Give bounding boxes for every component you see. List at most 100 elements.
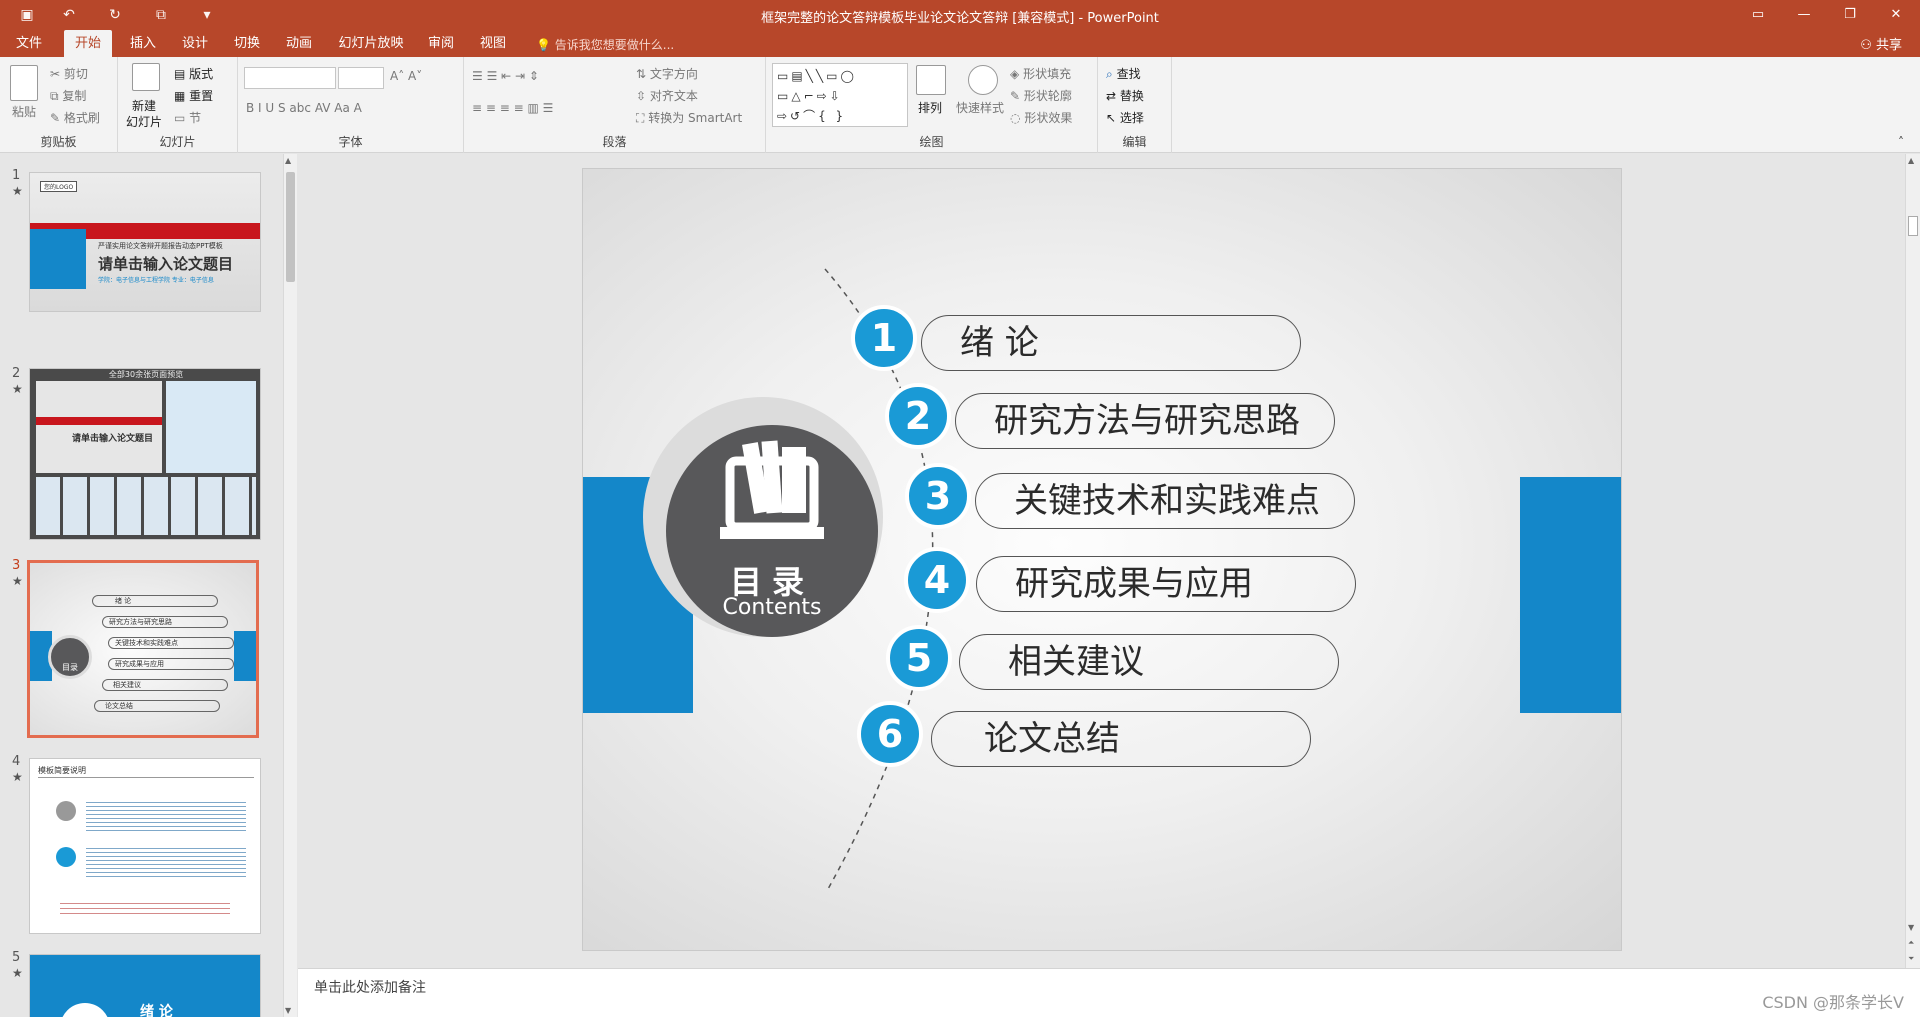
font-format-buttons[interactable]: B I U S abc AV Aa A xyxy=(246,101,362,115)
tab-design[interactable]: 设计 xyxy=(172,30,218,57)
replace-button[interactable]: ⇄ 替换 xyxy=(1106,87,1144,104)
smartart-button[interactable]: ⛶ 转换为 SmartArt xyxy=(636,109,742,126)
collapse-ribbon-icon[interactable]: ˄ xyxy=(1898,135,1904,149)
copy-label: 复制 xyxy=(62,89,87,103)
tab-home[interactable]: 开始 xyxy=(64,30,112,57)
restore-icon[interactable]: ❐ xyxy=(1832,4,1868,26)
slide-editing-area: 目录 Contents 绪 论 1 研究方法与研究思路 2 关键技术和实践难点 … xyxy=(298,154,1905,968)
arrange-button[interactable]: 排列 xyxy=(918,99,942,116)
toc-number-6: 6 xyxy=(857,701,923,767)
bullets-icon[interactable]: ☰ ☰ ⇤ ⇥ ⇕ xyxy=(472,69,539,83)
shape-effects-button[interactable]: ◌ 形状效果 xyxy=(1010,109,1072,126)
shapes-row-1: ▭▤╲╲▭◯ xyxy=(777,69,857,83)
ribbon: 粘贴 ✂ 剪切 ⧉ 复制 ✎ 格式刷 剪贴板 新建 幻灯片 ▤ 版式 ▦ 重置 … xyxy=(0,57,1920,153)
slide-thumbnail-2[interactable]: 全部30余张页面预览 请单击输入论文题目 xyxy=(29,368,261,540)
toc-item-1[interactable]: 绪 论 xyxy=(921,315,1301,371)
minimize-icon[interactable]: — xyxy=(1786,4,1822,26)
tab-slideshow[interactable]: 幻灯片放映 xyxy=(332,30,410,57)
text-direction-button[interactable]: ⇅ 文字方向 xyxy=(636,65,698,82)
effects-icon: ◌ xyxy=(1010,111,1021,125)
reset-button[interactable]: ▦ 重置 xyxy=(174,87,213,104)
scroll-up-icon[interactable]: ▲ xyxy=(1908,156,1914,165)
tab-animations[interactable]: 动画 xyxy=(276,30,322,57)
section-button[interactable]: ▭ 节 xyxy=(174,109,201,126)
find-label: 查找 xyxy=(1116,67,1141,81)
paste-button[interactable]: 粘贴 xyxy=(12,103,36,120)
scroll-up-icon[interactable]: ▲ xyxy=(285,156,291,165)
tab-file[interactable]: 文件 xyxy=(6,30,52,57)
find-button[interactable]: ⌕ 查找 xyxy=(1106,65,1141,82)
animation-star-icon: ★ xyxy=(12,770,23,784)
new-slide-button[interactable]: 新建 xyxy=(132,97,156,114)
paste-icon[interactable] xyxy=(10,65,38,101)
select-button[interactable]: ↖ 选择 xyxy=(1106,109,1144,126)
animation-star-icon: ★ xyxy=(12,574,23,588)
drawing-group: ▭▤╲╲▭◯ ▭△⌐⇨⇩ ⇨↺⌒{ } 排列 快速样式 ◈ 形状填充 ✎ 形状轮… xyxy=(766,57,1098,153)
toc-item-6[interactable]: 论文总结 xyxy=(931,711,1311,767)
font-size-box[interactable] xyxy=(338,67,384,89)
quick-styles-button[interactable]: 快速样式 xyxy=(956,99,1004,116)
tab-review[interactable]: 审阅 xyxy=(418,30,464,57)
shape-fill-button[interactable]: ◈ 形状填充 xyxy=(1010,65,1071,82)
scroll-down-icon[interactable]: ▼ xyxy=(1908,923,1914,932)
scroll-thumb[interactable] xyxy=(1908,216,1918,236)
shape-fill-label: 形状填充 xyxy=(1023,67,1072,81)
align-text-label: 对齐文本 xyxy=(649,89,698,103)
tell-me-box[interactable]: 💡 告诉我您想要做什么... xyxy=(536,36,674,53)
tab-view[interactable]: 视图 xyxy=(470,30,516,57)
slide-thumbnail-5[interactable]: 绪 论 xyxy=(29,954,261,1017)
paragraph-label: 段落 xyxy=(602,135,627,149)
next-slide-icon[interactable]: ⏷ xyxy=(1908,954,1914,964)
scroll-down-icon[interactable]: ▼ xyxy=(285,1006,291,1015)
thumb3-item: 研究方法与研究思路 xyxy=(102,616,228,628)
new-slide-icon[interactable] xyxy=(132,63,160,91)
thumb1-subtitle: 严谨实用论文答辩开题报告动态PPT模板 xyxy=(98,242,223,250)
thumb4-icon-2 xyxy=(56,847,76,867)
previous-slide-icon[interactable]: ⏶ xyxy=(1908,938,1914,948)
thumb4-text-1 xyxy=(86,799,246,833)
editing-label: 编辑 xyxy=(1122,135,1147,149)
toc-item-2[interactable]: 研究方法与研究思路 xyxy=(955,393,1335,449)
clipboard-label: 剪贴板 xyxy=(40,135,77,149)
slide-thumbnail-1[interactable]: 您的LOGO 严谨实用论文答辩开题报告动态PPT模板 请单击输入论文题目 学院：… xyxy=(29,172,261,312)
slide-canvas[interactable]: 目录 Contents 绪 论 1 研究方法与研究思路 2 关键技术和实践难点 … xyxy=(582,168,1622,951)
shapes-gallery[interactable]: ▭▤╲╲▭◯ ▭△⌐⇨⇩ ⇨↺⌒{ } xyxy=(772,63,908,127)
ribbon-tabs: 文件 开始 插入 设计 切换 动画 幻灯片放映 审阅 视图 💡 告诉我您想要做什… xyxy=(0,30,1920,57)
format-painter-button[interactable]: ✎ 格式刷 xyxy=(50,109,100,126)
layout-button[interactable]: ▤ 版式 xyxy=(174,65,213,82)
contents-circle: 目录 Contents xyxy=(666,425,878,637)
slide-thumbnail-4[interactable]: 模板简要说明 xyxy=(29,758,261,934)
quick-styles-icon[interactable] xyxy=(968,65,998,95)
copy-button[interactable]: ⧉ 复制 xyxy=(50,87,86,104)
tab-transitions[interactable]: 切换 xyxy=(224,30,270,57)
thumb2-red-band xyxy=(36,417,162,425)
align-text-button[interactable]: ⇳ 对齐文本 xyxy=(636,87,698,104)
align-text-icon: ⇳ xyxy=(636,89,647,103)
slide-scrollbar[interactable]: ▲ ▼ ⏶ ⏷ xyxy=(1905,154,1920,968)
close-icon[interactable]: ✕ xyxy=(1878,4,1914,26)
notes-placeholder[interactable]: 单击此处添加备注 xyxy=(314,977,426,997)
arrange-icon[interactable] xyxy=(916,65,946,95)
toc-item-5[interactable]: 相关建议 xyxy=(959,634,1339,690)
notes-pane[interactable]: 单击此处添加备注 CSDN @那条学长V xyxy=(298,968,1920,1017)
font-name-box[interactable] xyxy=(244,67,336,89)
smartart-icon: ⛶ xyxy=(636,111,645,125)
align-icons[interactable]: ≡ ≡ ≡ ≡ ▥ ☰ xyxy=(472,101,553,115)
tell-me-text: 告诉我您想要做什么... xyxy=(554,38,675,52)
tab-insert[interactable]: 插入 xyxy=(120,30,166,57)
toc-number-5: 5 xyxy=(886,625,952,691)
shape-outline-button[interactable]: ✎ 形状轮廓 xyxy=(1010,87,1072,104)
thumb3-right-band xyxy=(234,631,256,681)
cursor-icon: ↖ xyxy=(1106,111,1117,125)
ribbon-display-icon[interactable]: ▭ xyxy=(1740,4,1776,26)
thumbnail-scrollbar[interactable]: ▲ ▼ xyxy=(283,154,297,1017)
share-button[interactable]: ⚇ 共享 xyxy=(1860,34,1902,53)
editing-group: ⌕ 查找 ⇄ 替换 ↖ 选择 编辑 xyxy=(1098,57,1172,153)
slide-thumbnail-3[interactable]: 目录 绪 论 研究方法与研究思路 关键技术和实践难点 研究成果与应用 相关建议 … xyxy=(27,560,259,738)
toc-item-4[interactable]: 研究成果与应用 xyxy=(976,556,1356,612)
scroll-thumb[interactable] xyxy=(286,172,295,282)
animation-star-icon: ★ xyxy=(12,382,23,396)
cut-button[interactable]: ✂ 剪切 xyxy=(50,65,88,82)
font-grow-icon[interactable]: A˄ A˅ xyxy=(390,69,422,83)
toc-item-3[interactable]: 关键技术和实践难点 xyxy=(975,473,1355,529)
